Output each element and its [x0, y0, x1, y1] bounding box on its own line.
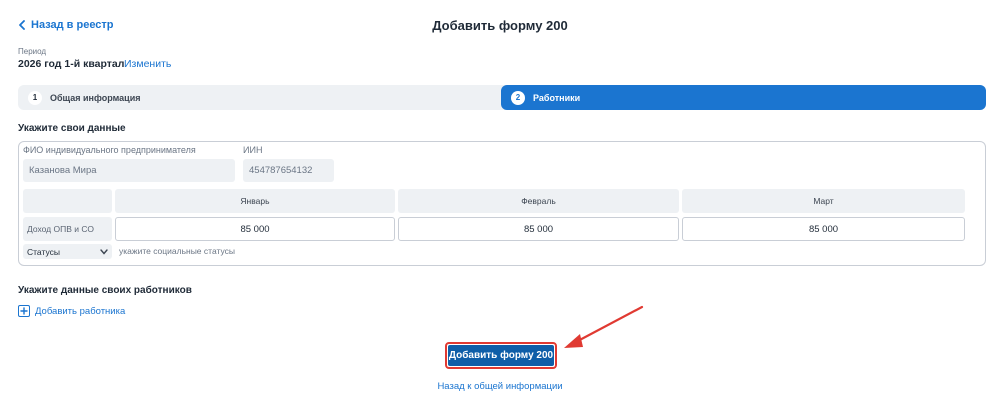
income-input-march[interactable]: 85 000: [682, 217, 965, 241]
income-input-january[interactable]: 85 000: [115, 217, 395, 241]
period-label: Период: [18, 47, 47, 56]
add-form-200-button[interactable]: Добавить форму 200: [448, 345, 554, 366]
back-to-general-info-wrap: Назад к общей информации: [0, 381, 1000, 392]
step-label: Общая информация: [50, 92, 141, 103]
table-corner-cell: [23, 189, 112, 213]
page-title: Добавить форму 200: [432, 18, 568, 33]
statuses-hint: укажите социальные статусы: [119, 246, 235, 256]
iin-field[interactable]: 454787654132: [243, 159, 334, 182]
iin-label: ИИН: [243, 145, 263, 155]
add-worker-button[interactable]: Добавить работника: [18, 305, 125, 317]
step-workers[interactable]: 2 Работники: [501, 85, 986, 110]
income-input-february[interactable]: 85 000: [398, 217, 679, 241]
step-label: Работники: [533, 92, 581, 103]
stepper: 1 Общая информация 2 Работники: [18, 85, 986, 110]
month-header-march: Март: [682, 189, 965, 213]
statuses-select-value: Статусы: [27, 246, 60, 257]
add-worker-label: Добавить работника: [35, 305, 126, 317]
annotation-arrow-icon: [564, 305, 644, 348]
step-number: 1: [28, 90, 42, 105]
period-value: 2026 год 1-й квартал: [18, 58, 125, 70]
workers-title: Укажите данные своих работников: [18, 285, 192, 296]
plus-icon: [18, 305, 30, 317]
statuses-select[interactable]: Статусы: [23, 244, 112, 259]
income-row-label: Доход ОПВ и СО: [23, 217, 112, 241]
fio-field[interactable]: Казанова Мира: [23, 159, 235, 182]
fio-label: ФИО индивидуального предпринимателя: [23, 145, 196, 155]
back-to-general-info-link[interactable]: Назад к общей информации: [437, 381, 562, 392]
own-data-title: Укажите свои данные: [18, 123, 126, 134]
submit-highlight-frame: Добавить форму 200: [445, 342, 557, 369]
step-general-info[interactable]: 1 Общая информация: [18, 85, 500, 110]
chevron-down-icon: [100, 248, 108, 255]
step-number: 2: [511, 90, 525, 105]
change-period-link[interactable]: Изменить: [124, 58, 171, 70]
month-header-january: Январь: [115, 189, 395, 213]
month-header-february: Февраль: [398, 189, 679, 213]
